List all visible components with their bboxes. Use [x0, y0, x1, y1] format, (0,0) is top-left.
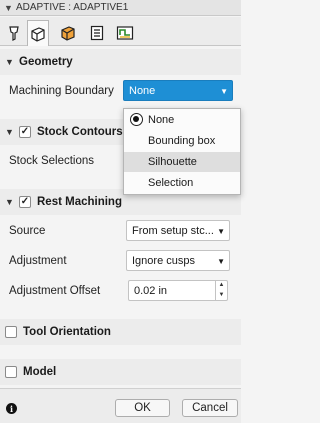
radio-selected-icon	[130, 113, 143, 126]
expand-arrow-icon: ▼	[5, 127, 14, 137]
adjustment-offset-row: Adjustment Offset 0.02 in ▲ ▼	[0, 279, 241, 305]
source-row: Source From setup stc... ▼	[0, 219, 241, 245]
heights-tab-icon[interactable]	[57, 20, 79, 45]
machining-boundary-dropdown[interactable]: None ▼	[123, 80, 233, 101]
tool-orientation-checkbox[interactable]	[5, 326, 17, 338]
menu-option-silhouette[interactable]: Silhouette	[124, 152, 240, 172]
chevron-down-icon: ▼	[217, 257, 225, 266]
adjustment-row: Adjustment Ignore cusps ▼	[0, 249, 241, 275]
expand-arrow-icon: ▼	[5, 197, 14, 207]
window-title: ADAPTIVE : ADAPTIVE1	[16, 2, 129, 13]
dialog-footer: i OK Cancel	[0, 388, 241, 423]
adjustment-offset-field[interactable]: 0.02 in ▲ ▼	[128, 280, 228, 301]
info-icon[interactable]: i	[6, 403, 17, 414]
chevron-down-icon: ▼	[217, 227, 225, 236]
menu-option-selection[interactable]: Selection	[124, 173, 240, 193]
stepper-up-icon[interactable]: ▲	[216, 281, 227, 291]
machining-boundary-row: Machining Boundary None ▼	[0, 79, 241, 105]
properties-panel: ▼ Geometry Machining Boundary None ▼ ▼ ✓…	[0, 47, 241, 423]
stock-contours-checkbox[interactable]: ✓	[19, 126, 31, 138]
source-dropdown[interactable]: From setup stc... ▼	[126, 220, 230, 241]
rest-machining-checkbox[interactable]: ✓	[19, 196, 31, 208]
model-section-header[interactable]: Model	[0, 359, 241, 385]
adjustment-dropdown[interactable]: Ignore cusps ▼	[126, 250, 230, 271]
cancel-button[interactable]: Cancel	[182, 399, 238, 417]
menu-option-bounding-box[interactable]: Bounding box	[124, 131, 240, 151]
menu-option-none[interactable]: None	[124, 110, 240, 130]
stepper-down-icon[interactable]: ▼	[216, 291, 227, 301]
tool-tab-icon[interactable]	[3, 20, 25, 45]
offset-stepper[interactable]: ▲ ▼	[215, 281, 227, 300]
model-checkbox[interactable]	[5, 366, 17, 378]
linking-tab-icon[interactable]	[114, 20, 136, 45]
ok-button[interactable]: OK	[115, 399, 170, 417]
geometry-tab-icon[interactable]	[27, 20, 49, 46]
expand-arrow-icon: ▼	[5, 57, 14, 67]
collapse-chevron-icon[interactable]: ▼	[4, 3, 16, 13]
passes-tab-icon[interactable]	[86, 20, 108, 45]
tool-orientation-section-header[interactable]: Tool Orientation	[0, 319, 241, 345]
machining-boundary-menu: None Bounding box Silhouette Selection	[123, 108, 241, 195]
title-bar: ▼ ADAPTIVE : ADAPTIVE1	[0, 0, 241, 16]
chevron-down-icon: ▼	[220, 87, 228, 96]
tab-bar	[0, 17, 241, 46]
geometry-section-header[interactable]: ▼ Geometry	[0, 49, 241, 75]
